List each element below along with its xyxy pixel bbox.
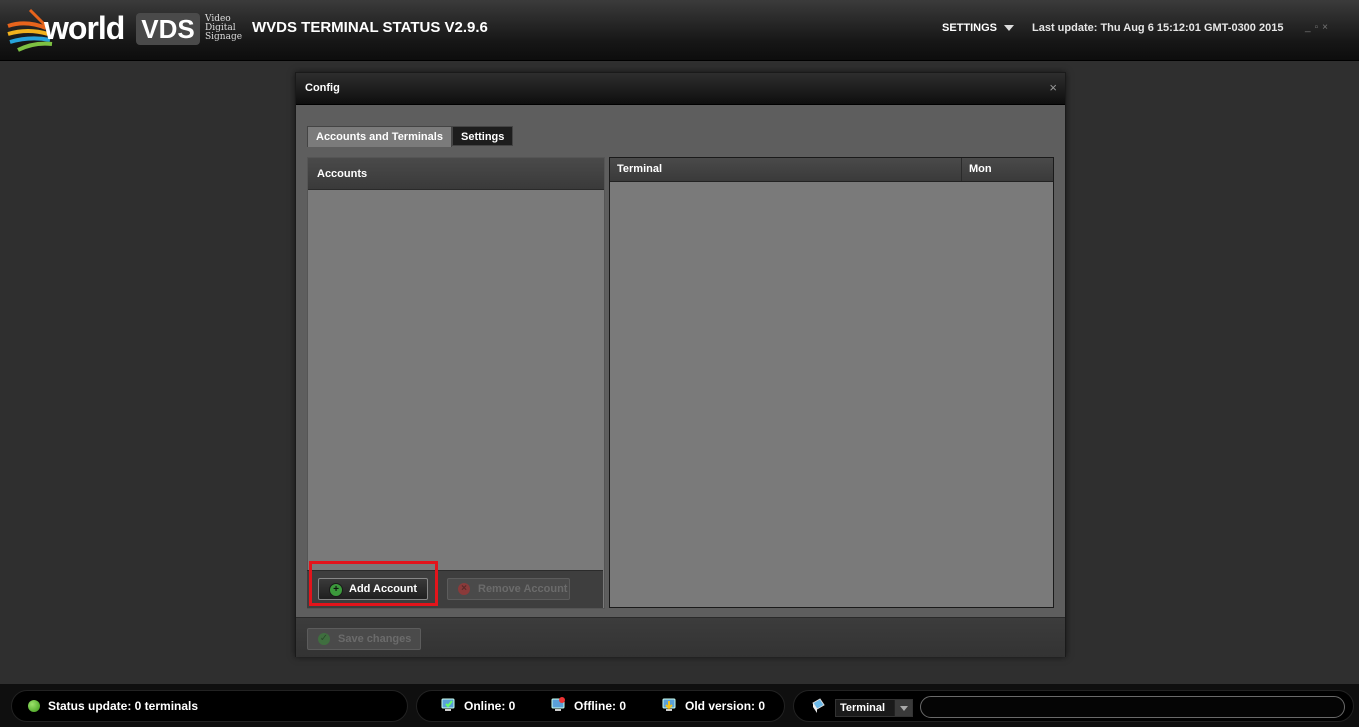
accounts-header: Accounts bbox=[308, 158, 604, 190]
add-account-button[interactable]: + Add Account bbox=[318, 578, 428, 600]
app-title: WVDS TERMINAL STATUS V2.9.6 bbox=[252, 19, 488, 36]
restore-button[interactable]: ▫ bbox=[1315, 22, 1323, 33]
tab-settings[interactable]: Settings bbox=[452, 126, 513, 146]
world-vds-logo: world VDS Video Digital Signage bbox=[6, 4, 246, 56]
remove-account-button[interactable]: × Remove Account bbox=[447, 578, 570, 600]
minimize-button[interactable]: _ bbox=[1305, 22, 1315, 33]
old-version-monitor-icon bbox=[662, 698, 676, 711]
eraser-icon bbox=[812, 698, 825, 713]
accounts-header-label: Accounts bbox=[317, 168, 368, 180]
x-circle-icon: × bbox=[458, 583, 470, 595]
filter-select-value: Terminal bbox=[840, 702, 886, 714]
status-bar: Status update: 0 terminals Online: 0 Off… bbox=[0, 684, 1359, 727]
tagline-line: Signage bbox=[205, 32, 243, 42]
column-header-mon[interactable]: Mon bbox=[962, 158, 1053, 181]
chevron-down-icon bbox=[1004, 25, 1015, 32]
window-controls: _▫× bbox=[1305, 22, 1332, 33]
top-bar: world VDS Video Digital Signage WVDS TER… bbox=[0, 0, 1359, 61]
save-changes-button[interactable]: ✓ Save changes bbox=[307, 628, 421, 650]
config-dialog: Config × Accounts and Terminals Settings… bbox=[295, 72, 1066, 657]
accounts-footer: + Add Account × Remove Account bbox=[307, 570, 603, 608]
dialog-header: Config × bbox=[296, 73, 1065, 105]
status-indicator-icon bbox=[28, 700, 40, 712]
status-pill: Status update: 0 terminals bbox=[11, 690, 408, 722]
add-account-label: Add Account bbox=[349, 583, 418, 595]
terminals-table-header: Terminal Mon bbox=[610, 158, 1053, 182]
logo-vds-text: VDS bbox=[136, 13, 200, 45]
check-circle-icon: ✓ bbox=[318, 633, 330, 645]
column-header-terminal[interactable]: Terminal bbox=[610, 158, 962, 181]
old-version-count: Old version: 0 bbox=[685, 699, 766, 713]
online-count: Online: 0 bbox=[464, 699, 516, 713]
online-monitor-icon bbox=[441, 698, 455, 711]
counts-pill: Online: 0 Offline: 0 Old version: 0 bbox=[416, 690, 785, 722]
logo-tagline: Video Digital Signage bbox=[205, 15, 242, 42]
tab-accounts-and-terminals[interactable]: Accounts and Terminals bbox=[307, 126, 452, 147]
filter-select[interactable]: Terminal bbox=[835, 699, 913, 717]
offline-count: Offline: 0 bbox=[574, 699, 627, 713]
search-input[interactable] bbox=[920, 696, 1345, 718]
close-icon[interactable]: × bbox=[1049, 80, 1057, 95]
status-update-text: Status update: 0 terminals bbox=[48, 699, 199, 713]
dialog-footer: ✓ Save changes bbox=[296, 617, 1065, 657]
plus-circle-icon: + bbox=[329, 583, 343, 597]
settings-menu[interactable]: SETTINGS bbox=[942, 22, 1015, 34]
search-pill: Terminal bbox=[793, 690, 1354, 722]
close-window-button[interactable]: × bbox=[1322, 22, 1332, 33]
terminals-table: Terminal Mon bbox=[609, 157, 1054, 608]
logo-world-text: world bbox=[44, 10, 125, 46]
offline-monitor-icon bbox=[551, 697, 565, 711]
last-update-text: Last update: Thu Aug 6 15:12:01 GMT-0300… bbox=[1032, 22, 1284, 34]
dialog-title: Config bbox=[305, 82, 340, 94]
chevron-down-icon[interactable] bbox=[894, 700, 912, 716]
save-changes-label: Save changes bbox=[338, 633, 412, 645]
settings-label: SETTINGS bbox=[942, 22, 998, 34]
remove-account-label: Remove Account bbox=[478, 583, 568, 595]
accounts-list-panel: Accounts bbox=[307, 157, 605, 609]
